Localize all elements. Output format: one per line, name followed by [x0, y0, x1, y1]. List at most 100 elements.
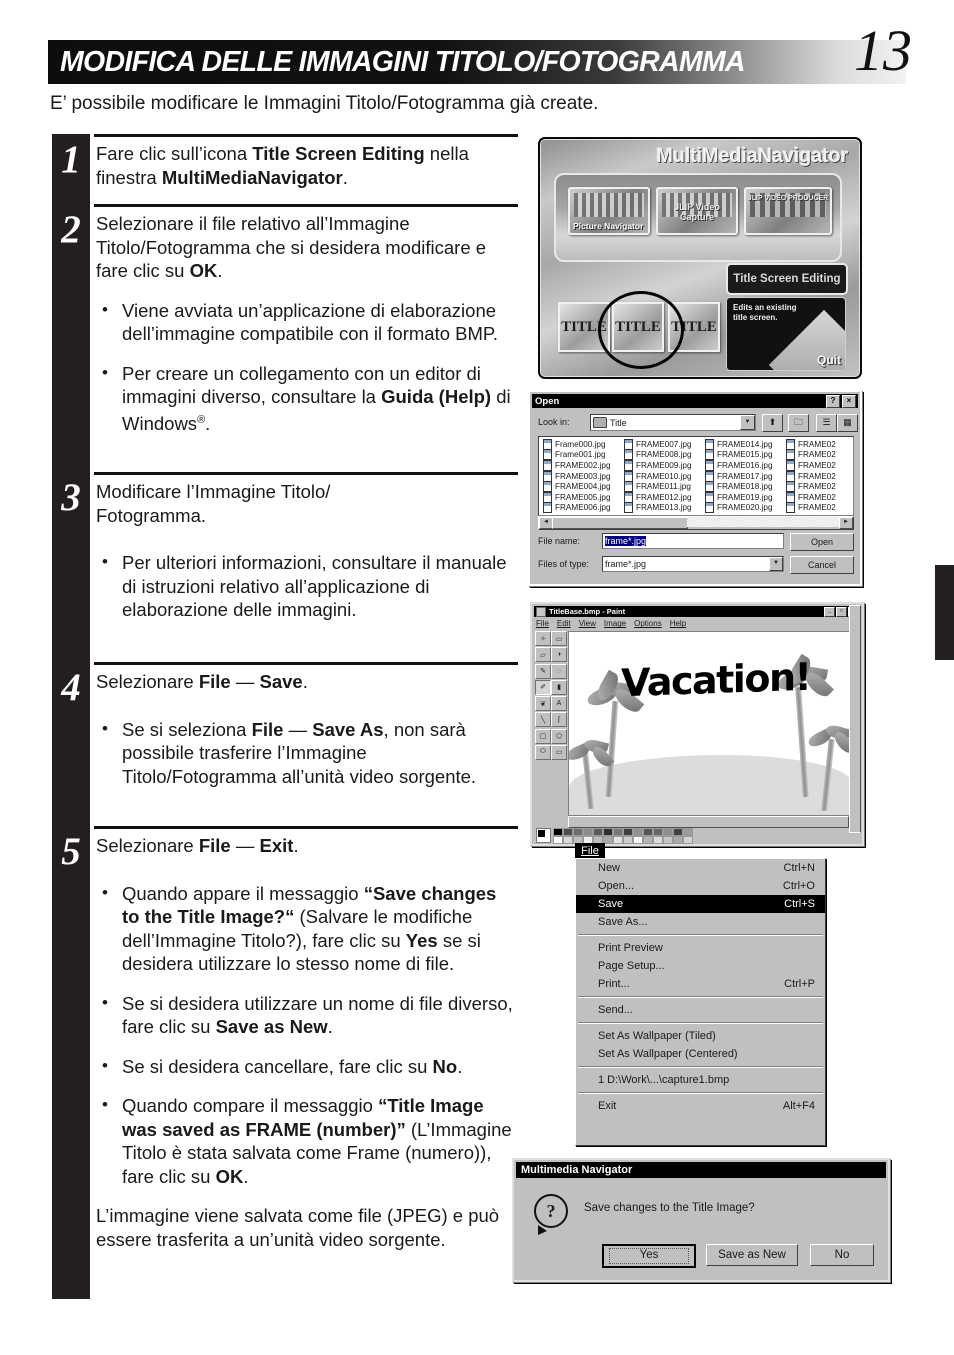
list-item[interactable]: FRAME02	[786, 470, 853, 482]
look-in-combobox[interactable]: Title	[590, 414, 756, 431]
color-picker-tool-icon[interactable]: ✎	[535, 663, 551, 679]
color-swatch[interactable]	[613, 827, 623, 836]
menu-item-print-preview[interactable]: Print Preview	[576, 939, 825, 957]
color-swatch[interactable]	[663, 827, 673, 836]
color-swatch[interactable]	[623, 835, 633, 844]
menu-options[interactable]: Options	[634, 619, 662, 628]
title-screen-editing-button[interactable]: Title Screen Editing	[726, 263, 848, 295]
list-item[interactable]: FRAME014.jpg	[705, 438, 785, 450]
color-swatch[interactable]	[553, 827, 563, 836]
save-as-new-button[interactable]: Save as New	[706, 1244, 798, 1266]
menu-item-print[interactable]: Print... Ctrl+P	[576, 975, 825, 993]
multimedia-navigator-dialog[interactable]: Multimedia Navigator ? Save changes to t…	[512, 1158, 890, 1282]
scrollbar-thumb[interactable]	[552, 517, 688, 529]
ellipse-tool-icon[interactable]: ⬭	[535, 744, 551, 760]
menu-item-set-wallpaper-centered[interactable]: Set As Wallpaper (Centered)	[576, 1045, 825, 1063]
menu-file[interactable]: File	[536, 619, 549, 628]
list-item[interactable]: Frame000.jpg	[543, 438, 623, 450]
chevron-down-icon[interactable]: ▼	[740, 415, 755, 430]
palette-column[interactable]	[643, 827, 653, 844]
color-swatch[interactable]	[633, 827, 643, 836]
paint-toolbox[interactable]: ✧ ▭ ▱ ◑ ✎ ◌ ✐ ▮ ❦ A ╲ ∫ ▢ ⬠ ⬭ ▭	[535, 631, 567, 761]
palette-column[interactable]	[683, 827, 693, 844]
brush-tool-icon[interactable]: ▮	[551, 679, 567, 695]
menu-view[interactable]: View	[579, 619, 596, 628]
text-tool-icon[interactable]: A	[551, 696, 567, 711]
color-swatch[interactable]	[643, 835, 653, 844]
list-item[interactable]: FRAME006.jpg	[543, 502, 623, 514]
color-swatch[interactable]	[683, 827, 693, 836]
file-menu-dropdown[interactable]: File New Ctrl+N Open... Ctrl+O Save Ctrl+S …	[575, 843, 826, 1146]
no-button[interactable]: No	[810, 1244, 874, 1266]
file-name-input[interactable]: frame*.jpg	[602, 533, 784, 549]
list-item[interactable]: FRAME013.jpg	[624, 502, 704, 514]
color-swatch[interactable]	[573, 827, 583, 836]
color-swatch[interactable]	[563, 835, 573, 844]
list-item[interactable]: FRAME010.jpg	[624, 470, 704, 482]
list-item[interactable]: FRAME003.jpg	[543, 470, 623, 482]
picture-navigator-button[interactable]: Picture Navigator	[568, 187, 650, 235]
list-item[interactable]: FRAME019.jpg	[705, 491, 785, 503]
list-view-icon[interactable]: ☰	[816, 414, 837, 432]
yes-button[interactable]: Yes	[602, 1244, 696, 1268]
palette-column[interactable]	[593, 827, 603, 844]
scroll-left-icon[interactable]: ◄	[539, 517, 553, 529]
menu-item-open[interactable]: Open... Ctrl+O	[576, 877, 825, 895]
list-item[interactable]: FRAME02	[786, 502, 853, 514]
chevron-down-icon[interactable]: ▼	[769, 557, 783, 571]
palette-column[interactable]	[663, 827, 673, 844]
list-item[interactable]: FRAME020.jpg	[705, 502, 785, 514]
pencil-tool-icon[interactable]: ✐	[535, 679, 551, 695]
minimize-icon[interactable]: _	[824, 607, 835, 617]
color-swatch[interactable]	[623, 827, 633, 836]
paint-window[interactable]: TitleBase.bmp - Paint _ □ × File Edit Vi…	[530, 602, 864, 846]
palette-column[interactable]	[553, 827, 563, 844]
quit-button[interactable]: Quit	[817, 353, 841, 367]
color-swatch[interactable]	[593, 827, 603, 836]
palette-column[interactable]	[573, 827, 583, 844]
list-item[interactable]: FRAME007.jpg	[624, 438, 704, 450]
palette-column[interactable]	[653, 827, 663, 844]
paint-canvas[interactable]: Vacation!	[568, 631, 852, 816]
menu-item-new[interactable]: New Ctrl+N	[576, 859, 825, 877]
list-item[interactable]: FRAME018.jpg	[705, 481, 785, 493]
list-item[interactable]: FRAME011.jpg	[624, 481, 704, 493]
list-item[interactable]: FRAME008.jpg	[624, 449, 704, 461]
list-item[interactable]: FRAME005.jpg	[543, 491, 623, 503]
list-item[interactable]: FRAME02	[786, 491, 853, 503]
palette-column[interactable]	[563, 827, 573, 844]
list-item[interactable]: FRAME02	[786, 481, 853, 493]
color-swatch[interactable]	[653, 835, 663, 844]
color-swatch[interactable]	[613, 835, 623, 844]
color-swatch[interactable]	[673, 827, 683, 836]
line-tool-icon[interactable]: ╲	[535, 712, 551, 728]
new-folder-icon[interactable]: 🗀	[788, 414, 809, 432]
color-swatch[interactable]	[673, 835, 683, 844]
menu-item-save[interactable]: Save Ctrl+S	[576, 895, 825, 913]
select-tool-icon[interactable]: ▭	[551, 631, 567, 646]
up-one-level-icon[interactable]: ⬆	[762, 414, 783, 432]
menu-item-recent-file[interactable]: 1 D:\Work\...\capture1.bmp	[576, 1071, 825, 1089]
menu-image[interactable]: Image	[604, 619, 626, 628]
list-item[interactable]: Frame001.jpg	[543, 449, 623, 461]
menu-edit[interactable]: Edit	[557, 619, 571, 628]
menu-item-save-as[interactable]: Save As...	[576, 913, 825, 931]
menu-help[interactable]: Help	[670, 619, 686, 628]
free-form-select-tool-icon[interactable]: ✧	[535, 631, 551, 646]
menu-item-set-wallpaper-tiled[interactable]: Set As Wallpaper (Tiled)	[576, 1027, 825, 1045]
open-button[interactable]: Open	[790, 533, 854, 551]
fill-tool-icon[interactable]: ◑	[551, 647, 567, 663]
palette-column[interactable]	[603, 827, 613, 844]
multimedia-navigator-window[interactable]: MultiMediaNavigator Picture Navigator JL…	[538, 137, 862, 379]
scrollbar-track[interactable]	[687, 517, 840, 527]
list-item[interactable]: FRAME02	[786, 459, 853, 471]
open-dialog[interactable]: Open ? × Look in: Title ▼ ⬆ 🗀 ☰ ▦ Frame0…	[528, 390, 862, 586]
list-item[interactable]: FRAME017.jpg	[705, 470, 785, 482]
files-of-type-combobox[interactable]: frame*.jpg ▼	[602, 556, 784, 572]
color-swatch[interactable]	[553, 835, 563, 844]
palette-column[interactable]	[633, 827, 643, 844]
curve-tool-icon[interactable]: ∫	[551, 712, 567, 728]
menu-item-exit[interactable]: Exit Alt+F4	[576, 1097, 825, 1115]
list-item[interactable]: FRAME002.jpg	[543, 459, 623, 471]
file-menu-caption[interactable]: File	[575, 843, 605, 858]
